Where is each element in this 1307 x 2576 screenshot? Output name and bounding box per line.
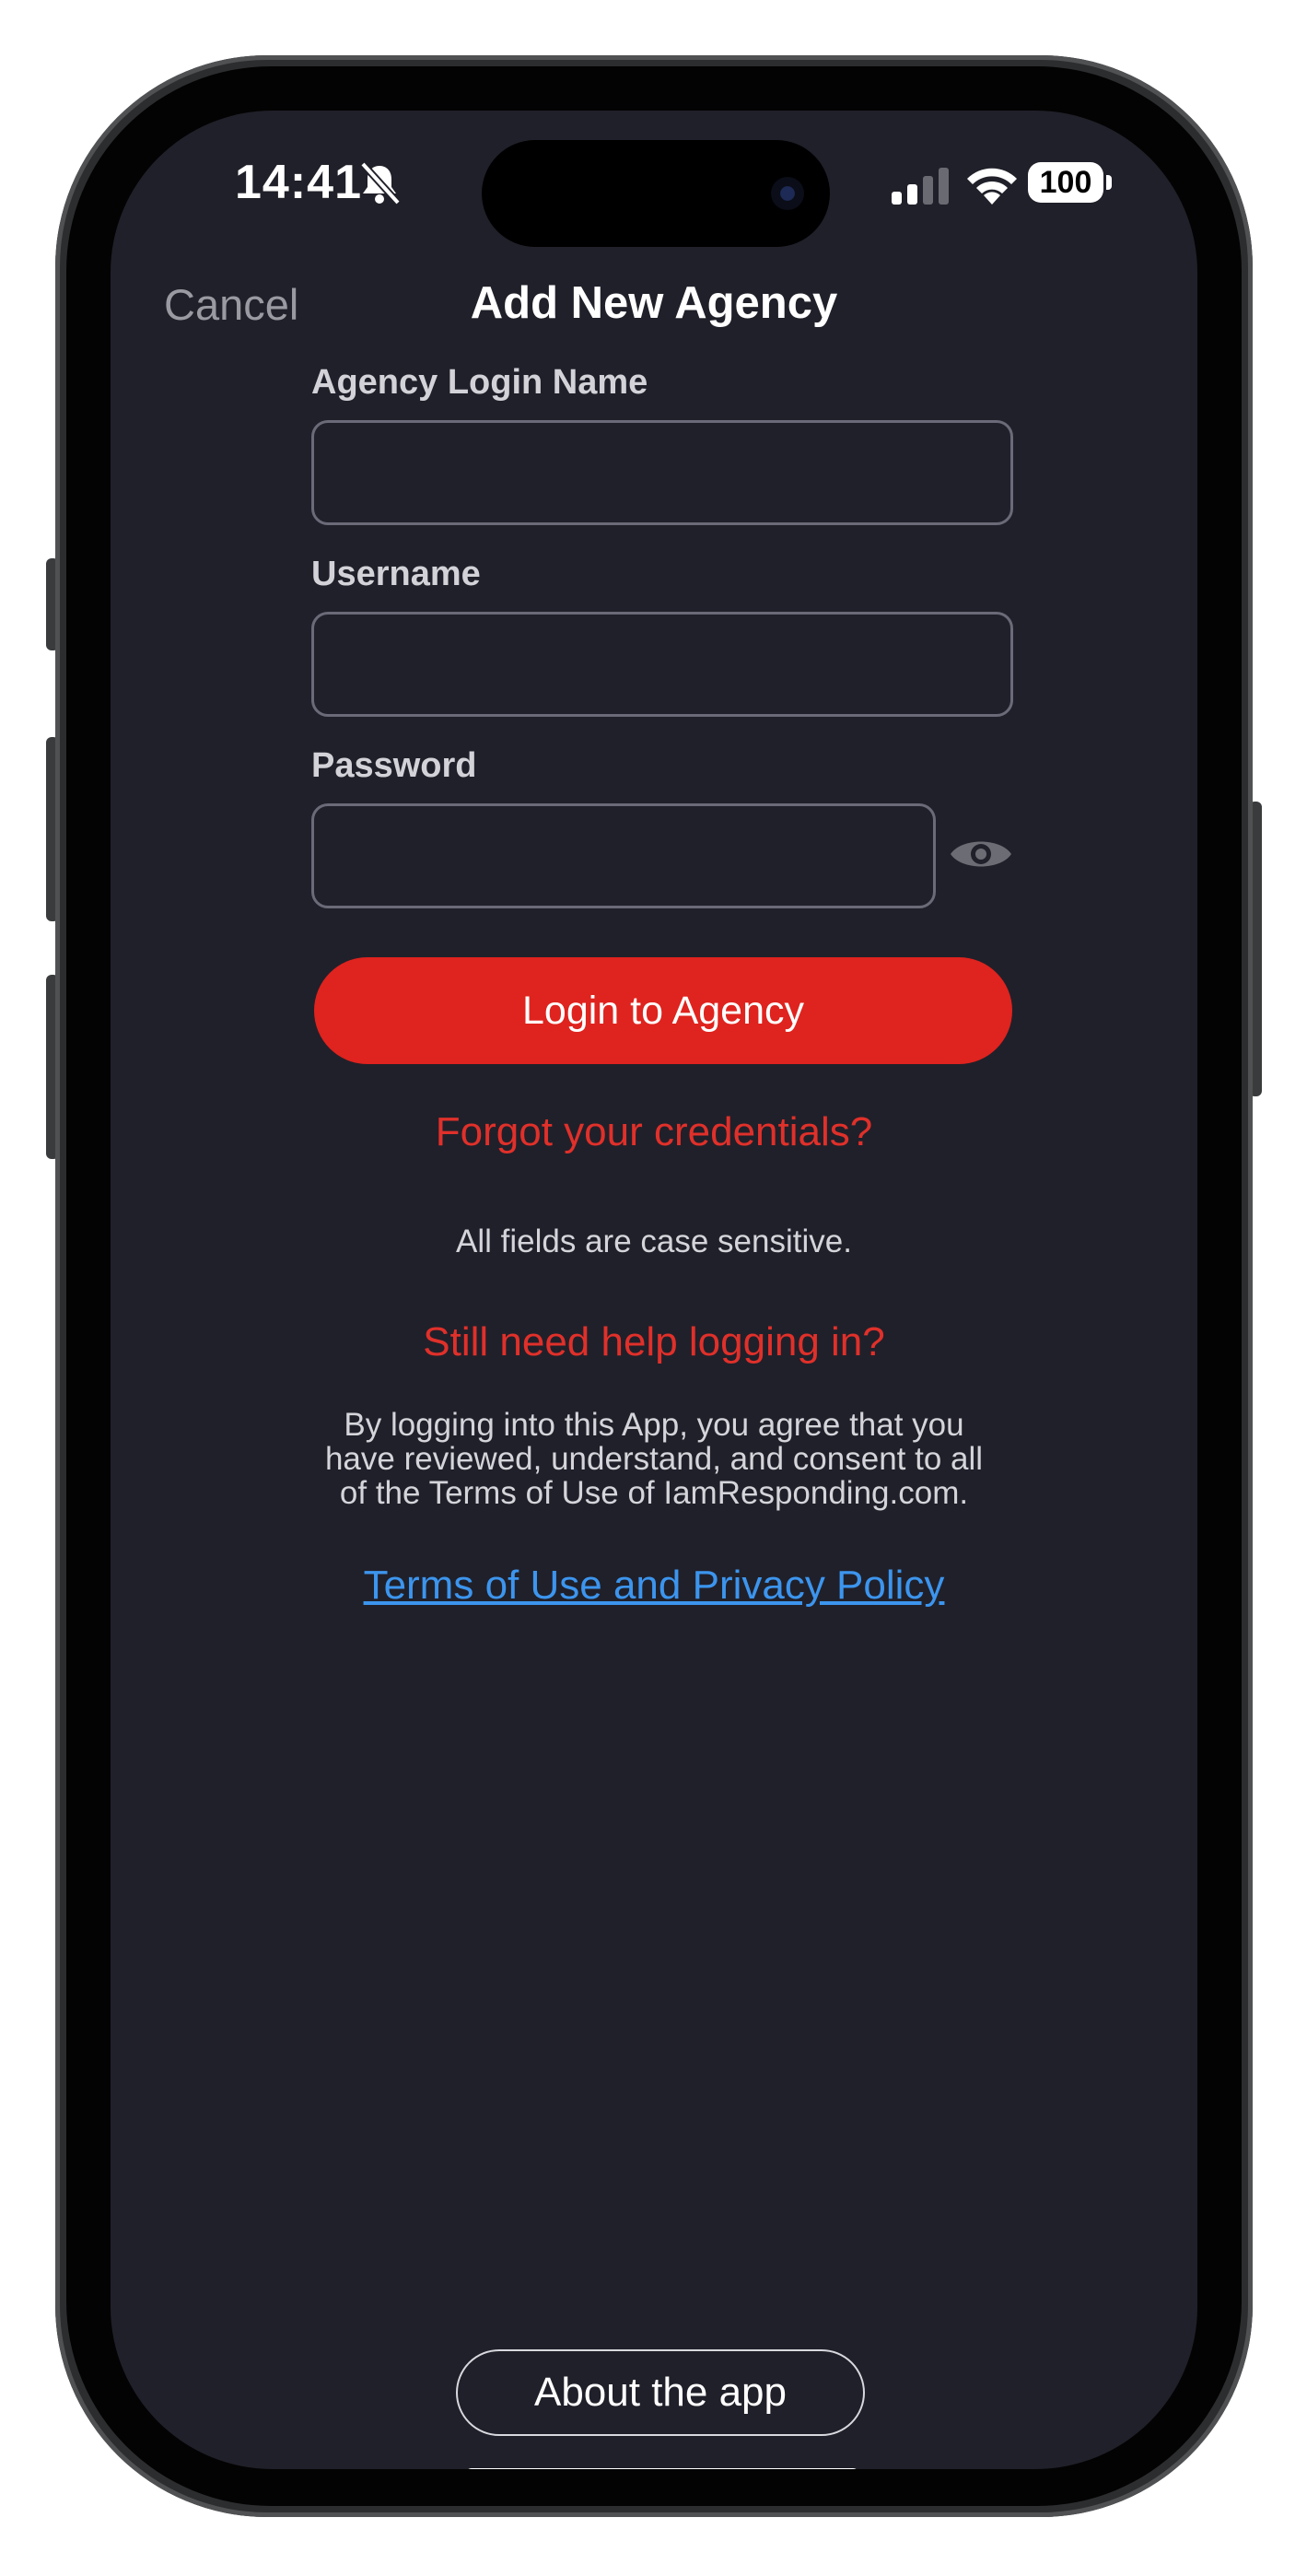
consent-line: By logging into this App, you agree that… (344, 1407, 964, 1443)
battery-level: 100 (1028, 162, 1103, 203)
app-screen: 14:41 100 Cancel Add New Agency Agency L… (111, 111, 1197, 2469)
forgot-credentials-link[interactable]: Forgot your credentials? (111, 1109, 1197, 1155)
battery-icon: 100 (1028, 162, 1113, 203)
agency-login-name-input[interactable] (311, 420, 1013, 525)
eye-icon[interactable] (949, 833, 1013, 875)
password-label: Password (311, 746, 477, 785)
still-need-help-link[interactable]: Still need help logging in? (111, 1319, 1197, 1365)
about-app-button[interactable]: About the app (456, 2349, 865, 2436)
password-input[interactable] (311, 803, 936, 908)
case-sensitive-note: All fields are case sensitive. (456, 1224, 852, 1259)
username-input[interactable] (311, 612, 1013, 717)
wifi-icon (967, 168, 1017, 205)
status-time: 14:41 (235, 156, 362, 209)
bell-slash-icon (360, 161, 401, 205)
username-label: Username (311, 555, 481, 593)
battery-tip (1106, 175, 1112, 190)
consent-text: By logging into this App, you agree that… (304, 1408, 1004, 1510)
consent-line: have reviewed, understand, and consent t… (324, 1441, 984, 1477)
agency-login-name-label: Agency Login Name (311, 363, 648, 402)
consent-line: of the Terms of Use of IamResponding.com… (339, 1475, 969, 1511)
camera-icon (771, 177, 804, 210)
home-indicator[interactable] (465, 2468, 859, 2469)
login-to-agency-button[interactable]: Login to Agency (314, 957, 1012, 1064)
cellular-signal-icon (892, 168, 949, 205)
page-title: Add New Agency (470, 278, 838, 328)
dynamic-island (482, 140, 830, 247)
terms-privacy-link[interactable]: Terms of Use and Privacy Policy (111, 1563, 1197, 1609)
